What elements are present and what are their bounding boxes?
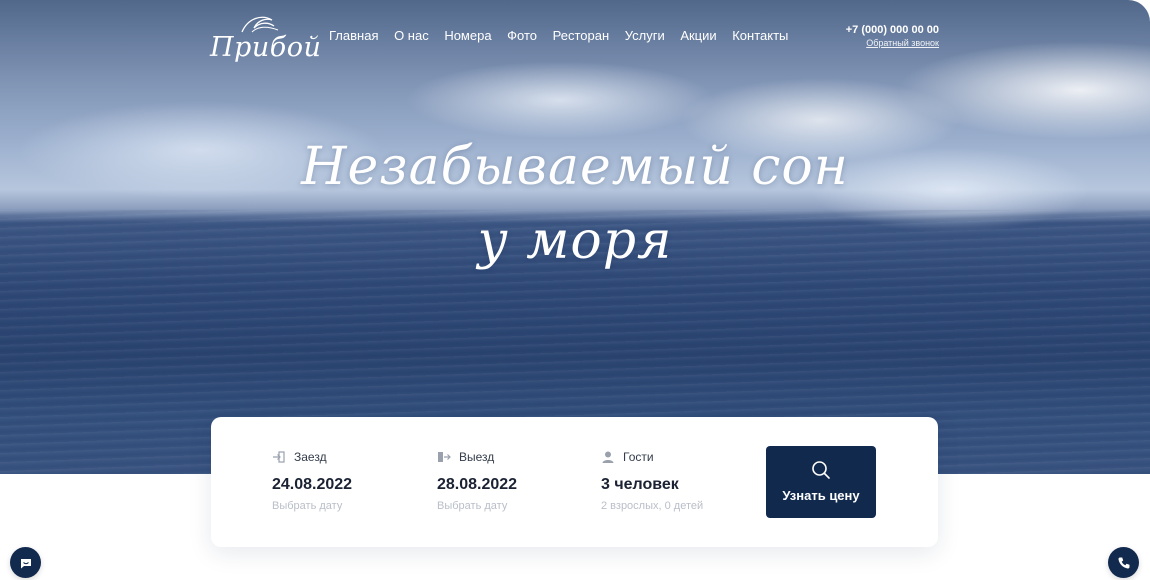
checkin-date: 24.08.2022	[272, 476, 353, 493]
checkout-hint: Выбрать дату	[437, 500, 508, 512]
booking-form: Заезд 24.08.2022 Выбрать дату Выезд 28.0…	[211, 417, 938, 547]
nav-item-services[interactable]: Услуги	[625, 28, 665, 44]
call-button[interactable]	[1108, 547, 1139, 578]
user-icon	[601, 450, 615, 464]
callback-link[interactable]: Обратный звонок	[843, 38, 939, 48]
hero-headline: Незабываемый сон у моря	[275, 130, 875, 278]
guests-label-row: Гости	[601, 450, 654, 464]
checkout-date: 28.08.2022	[437, 476, 518, 493]
nav-item-contacts[interactable]: Контакты	[732, 28, 788, 44]
guests-hint: 2 взрослых, 0 детей	[601, 500, 704, 512]
main-nav: Главная О нас Номера Фото Ресторан Услуг…	[329, 28, 804, 44]
checkout-label-row: Выезд	[437, 450, 494, 464]
checkin-label: Заезд	[294, 450, 327, 464]
door-enter-icon	[272, 450, 286, 464]
nav-item-promotions[interactable]: Акции	[680, 28, 716, 44]
logo[interactable]: Прибой	[210, 14, 321, 64]
nav-item-about[interactable]: О нас	[394, 28, 429, 44]
nav-item-home[interactable]: Главная	[329, 28, 378, 44]
checkin-label-row: Заезд	[272, 450, 327, 464]
nav-item-restaurant[interactable]: Ресторан	[553, 28, 610, 44]
check-price-button[interactable]: Узнать цену	[766, 446, 876, 518]
nav-item-photo[interactable]: Фото	[507, 28, 537, 44]
nav-item-rooms[interactable]: Номера	[444, 28, 491, 44]
phone-icon	[1117, 557, 1129, 569]
chat-icon	[20, 558, 31, 568]
guests-label: Гости	[623, 450, 654, 464]
logo-text: Прибой	[210, 32, 322, 63]
phone-number[interactable]: +7 (000) 000 00 00	[843, 24, 939, 36]
checkin-hint: Выбрать дату	[272, 500, 343, 512]
headline-line-1: Незабываемый сон	[301, 137, 849, 197]
search-icon	[811, 460, 831, 483]
checkout-label: Выезд	[459, 450, 495, 464]
guests-count: 3 человек	[601, 476, 679, 493]
chat-button[interactable]	[10, 547, 41, 578]
header-contact: +7 (000) 000 00 00 Обратный звонок	[843, 24, 939, 48]
headline-line-2: у моря	[477, 211, 673, 271]
check-price-label: Узнать цену	[782, 488, 860, 503]
door-exit-icon	[437, 450, 451, 464]
